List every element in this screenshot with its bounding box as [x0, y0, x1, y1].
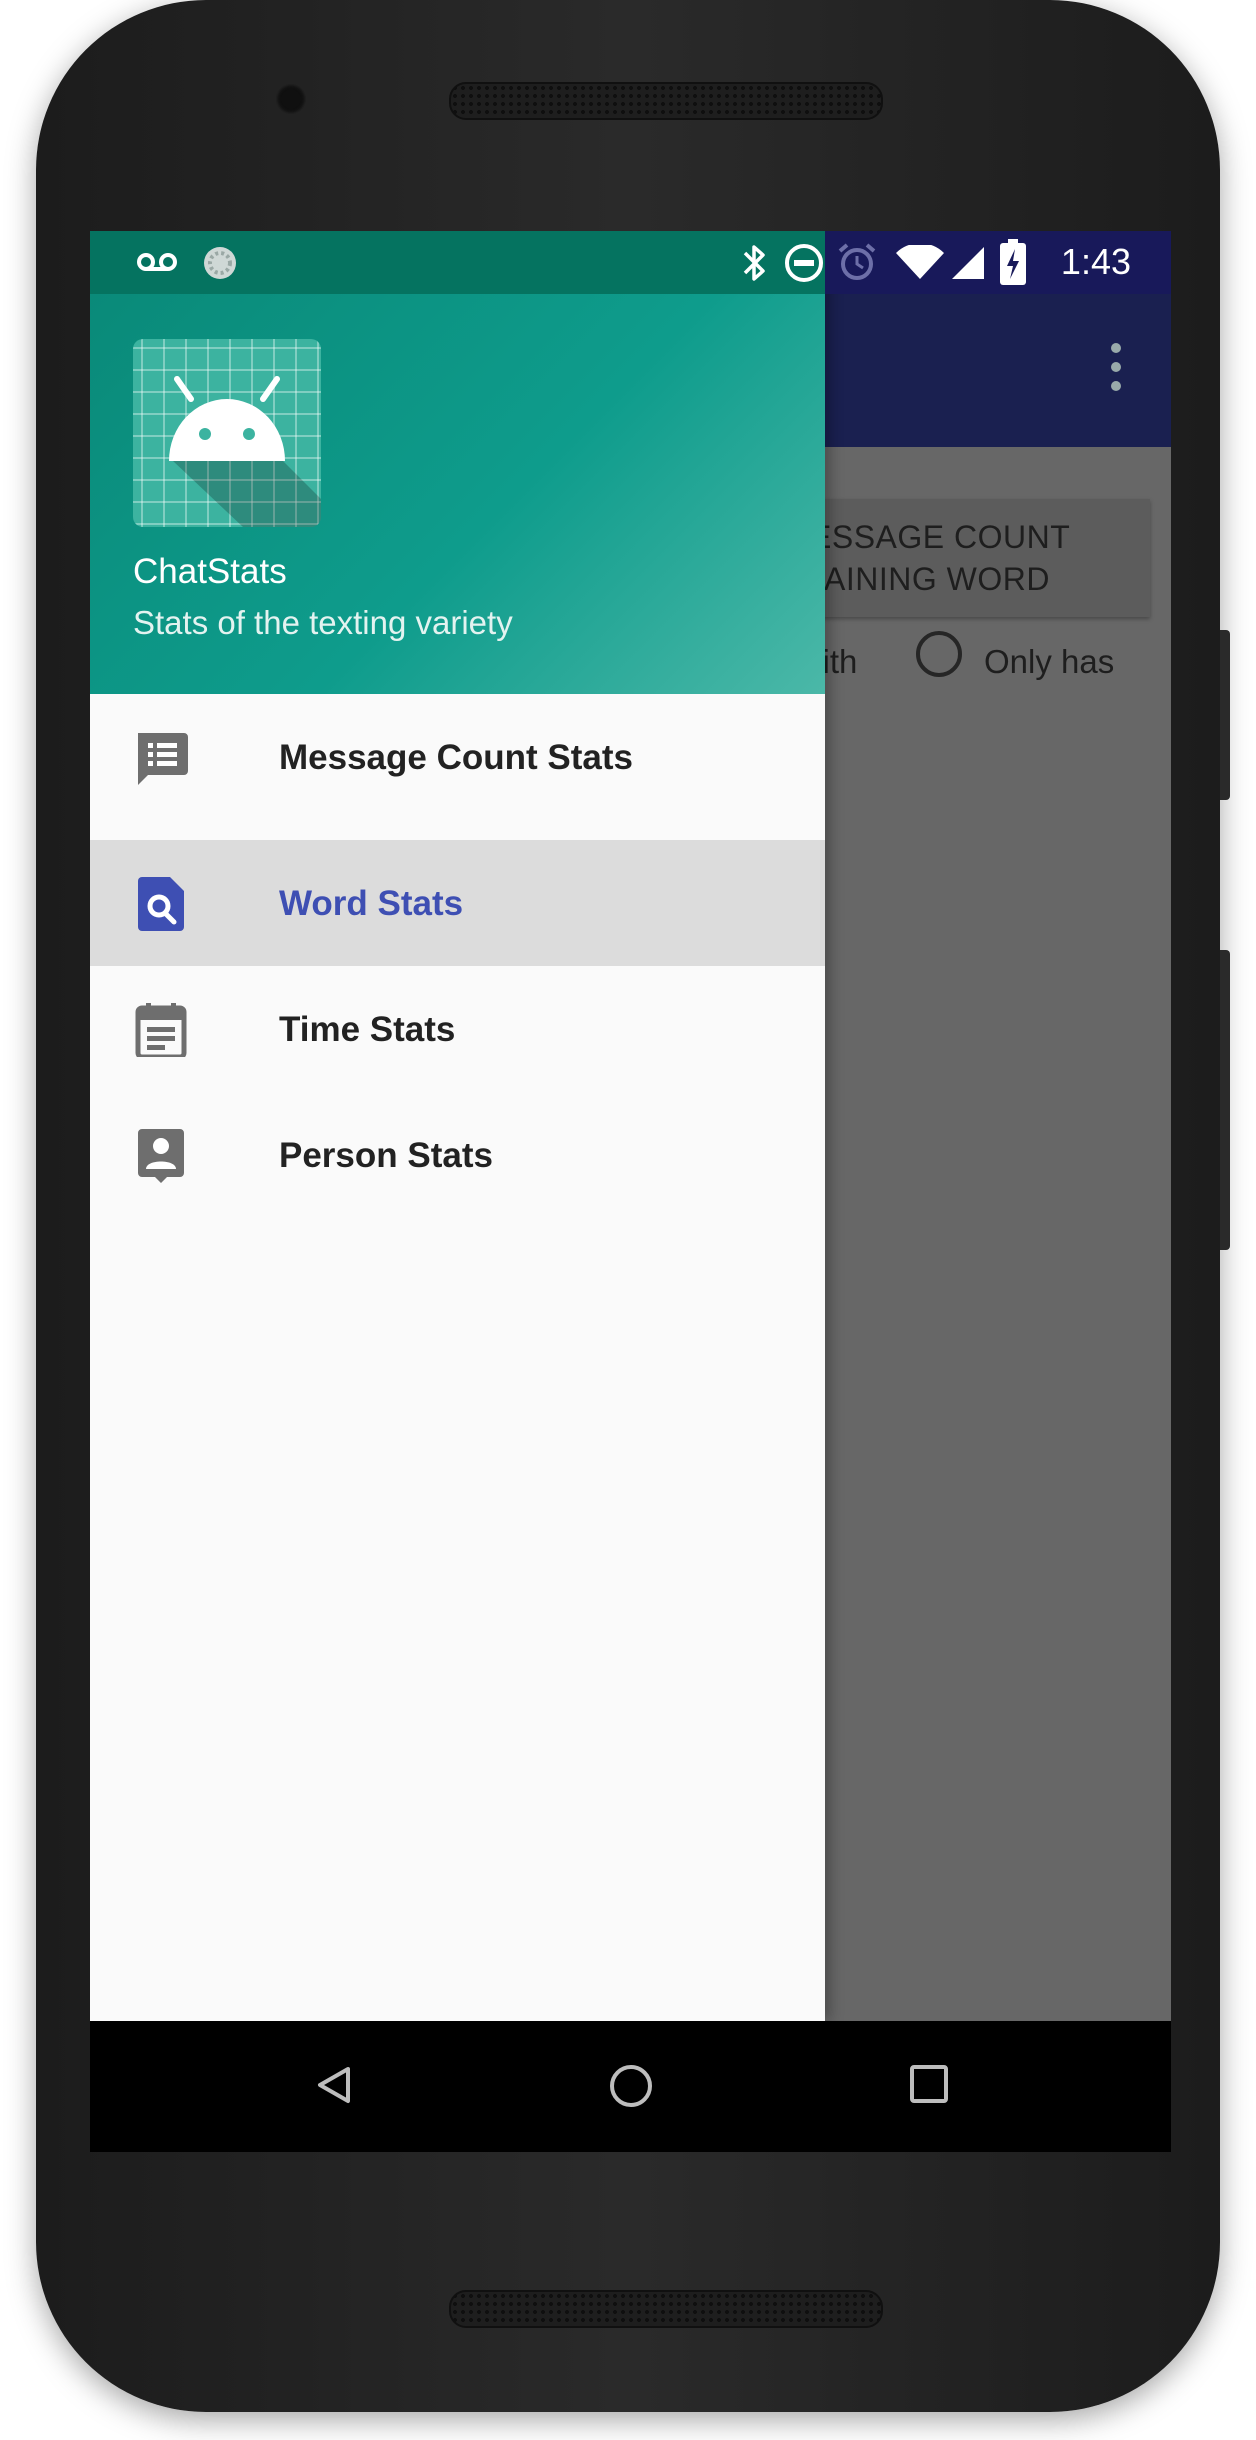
button-text-line1: ESSAGE COUNT [810, 519, 1071, 555]
nav-label: Message Count Stats [279, 738, 633, 777]
battery-charging-icon [1000, 239, 1026, 285]
overflow-menu-icon[interactable] [1111, 343, 1121, 391]
nav-item-word-stats[interactable]: Word Stats [90, 840, 825, 966]
screen: ESSAGE COUNT AINING WORD vith Only has C… [90, 231, 1171, 2152]
voicemail-icon [137, 253, 177, 271]
front-camera [276, 84, 306, 114]
app-subtitle: Stats of the texting variety [133, 604, 513, 641]
navigation-drawer: ChatStats Stats of the texting variety M… [90, 231, 825, 2021]
wifi-icon [896, 245, 944, 279]
radio-only-has[interactable] [916, 631, 962, 677]
alarm-icon [838, 243, 876, 280]
button-text-line2: AINING WORD [824, 561, 1050, 597]
do-not-disturb-icon [785, 244, 823, 282]
clock: 1:43 [1060, 241, 1131, 282]
drawer-header: ChatStats Stats of the texting variety [90, 294, 825, 694]
contact-icon [138, 1129, 184, 1183]
signal-icon [952, 247, 984, 279]
nav-item-person-stats[interactable]: Person Stats [90, 1092, 825, 1218]
find-in-page-icon [138, 877, 184, 931]
sync-icon [204, 247, 236, 279]
volume-button [1220, 950, 1230, 1250]
system-navigation-bar [90, 2021, 1171, 2152]
top-speaker [449, 82, 883, 120]
recents-icon[interactable] [908, 2063, 950, 2105]
bottom-speaker [449, 2290, 883, 2328]
bluetooth-icon [743, 245, 765, 281]
android-logo-icon [133, 339, 321, 527]
message-count-containing-word-button[interactable]: ESSAGE COUNT AINING WORD [810, 499, 1150, 617]
nav-label: Person Stats [279, 1136, 493, 1175]
back-icon[interactable] [312, 2063, 356, 2107]
home-icon[interactable] [608, 2063, 654, 2109]
nav-item-time-stats[interactable]: Time Stats [90, 966, 825, 1092]
nav-item-message-count-stats[interactable]: Message Count Stats [90, 694, 825, 820]
power-button [1220, 630, 1230, 800]
calendar-icon [135, 1003, 187, 1057]
nav-label: Word Stats [279, 884, 464, 923]
radio-right-label: Only has [984, 643, 1115, 680]
nav-label: Time Stats [279, 1010, 456, 1049]
app-name: ChatStats [133, 552, 287, 591]
status-bar: 1:43 [90, 231, 1171, 294]
message-list-icon [138, 733, 188, 785]
